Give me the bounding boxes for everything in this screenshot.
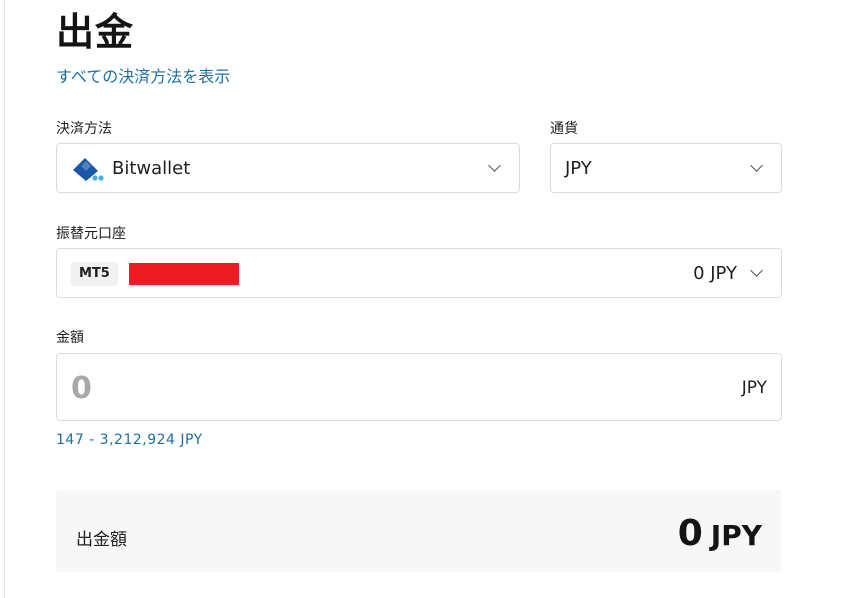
amount-label: 金額 — [56, 330, 84, 346]
bitwallet-logo-icon — [73, 158, 104, 181]
withdrawal-amount-total: 0 JPY — [678, 512, 762, 556]
amount-unit: JPY — [741, 378, 767, 398]
source-account-label: 振替元口座 — [56, 226, 126, 242]
withdrawal-amount-label: 出金額 — [76, 530, 127, 550]
payment-method-label: 決済方法 — [56, 121, 112, 137]
amount-range-hint: 147 - 3,212,924 JPY — [56, 432, 203, 448]
currency-value: JPY — [565, 158, 592, 179]
payment-method-select[interactable]: Bitwallet — [56, 143, 520, 193]
amount-field[interactable]: JPY — [56, 353, 782, 421]
payment-method-value: Bitwallet — [112, 158, 191, 179]
platform-badge: MT5 — [71, 262, 118, 286]
withdrawal-amount-value: 0 — [677, 513, 703, 554]
show-all-payment-methods-link[interactable]: すべての決済方法を表示 — [56, 66, 230, 88]
page-title: 出金 — [56, 10, 135, 54]
withdrawal-summary: 出金額 0 JPY — [56, 490, 782, 572]
chevron-down-icon — [750, 159, 763, 172]
account-balance: 0 JPY — [693, 263, 737, 284]
amount-input[interactable] — [71, 368, 671, 408]
left-divider — [4, 0, 5, 598]
chevron-down-icon — [750, 264, 763, 277]
currency-label: 通貨 — [550, 121, 578, 137]
currency-select[interactable]: JPY — [550, 143, 782, 193]
withdrawal-amount-unit: JPY — [710, 519, 762, 552]
redacted-account-number — [129, 263, 239, 285]
chevron-down-icon — [488, 159, 501, 172]
source-account-select[interactable]: MT5 0 JPY — [56, 248, 782, 298]
